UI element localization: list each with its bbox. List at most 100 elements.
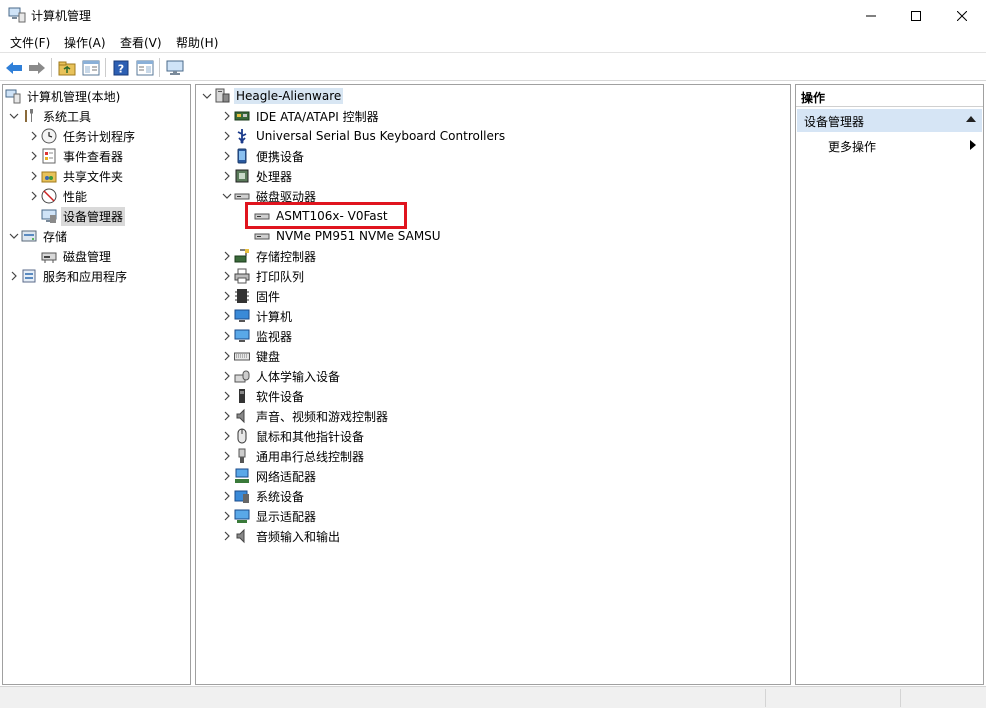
chevron-right-icon[interactable] (220, 349, 234, 363)
forward-arrow-icon (29, 61, 45, 74)
device-category-hid[interactable]: 人体学输入设备 (220, 366, 342, 386)
chevron-right-icon[interactable] (27, 189, 41, 203)
monitor-icon (234, 328, 250, 344)
chevron-right-icon[interactable] (220, 529, 234, 543)
tree-item-storage[interactable]: 存储 (7, 226, 69, 246)
chevron-down-icon[interactable] (7, 109, 21, 123)
device-tree-pane: Heagle-Alienware IDE ATA/ATAPI 控制器 Unive… (195, 84, 791, 685)
device-category-monitors[interactable]: 监视器 (220, 326, 294, 346)
device-category-processor[interactable]: 处理器 (220, 166, 294, 186)
menu-help[interactable]: 帮助(H) (176, 34, 218, 51)
tree-item-task-scheduler[interactable]: 任务计划程序 (27, 126, 137, 146)
clock-icon (41, 128, 57, 144)
device-category-system-devices[interactable]: 系统设备 (220, 486, 306, 506)
tree-item-event-viewer[interactable]: 事件查看器 (27, 146, 125, 166)
device-category-usb-controllers[interactable]: 通用串行总线控制器 (220, 446, 366, 466)
chevron-right-icon[interactable] (220, 269, 234, 283)
maximize-icon (911, 10, 921, 21)
chevron-right-icon[interactable] (220, 429, 234, 443)
chevron-right-icon[interactable] (220, 389, 234, 403)
chevron-right-icon[interactable] (220, 449, 234, 463)
device-category-audio-io[interactable]: 音频输入和输出 (220, 526, 342, 546)
device-category-usb-keyboard[interactable]: Universal Serial Bus Keyboard Controller… (220, 126, 507, 146)
back-arrow-icon (6, 61, 22, 74)
device-category-network-adapters[interactable]: 网络适配器 (220, 466, 318, 486)
menu-file[interactable]: 文件(F) (10, 34, 50, 51)
more-actions-item[interactable]: 更多操作 (828, 138, 876, 155)
chevron-right-icon[interactable] (220, 289, 234, 303)
chevron-right-icon[interactable] (220, 369, 234, 383)
chevron-down-icon[interactable] (200, 89, 214, 103)
status-bar (0, 686, 986, 708)
keyboard-icon (234, 348, 250, 364)
chevron-right-icon[interactable] (220, 489, 234, 503)
tree-item-disk-management[interactable]: 磁盘管理 (41, 246, 113, 266)
show-hide-tree-icon (82, 60, 100, 75)
tree-item-label: 计算机管理(本地) (27, 89, 121, 104)
show-tree-button[interactable] (81, 58, 101, 77)
device-category-label: 鼠标和其他指针设备 (256, 429, 365, 444)
tree-item-system-tools[interactable]: 系统工具 (7, 106, 93, 126)
event-viewer-icon (41, 148, 57, 164)
device-category-computer[interactable]: 计算机 (220, 306, 294, 326)
chevron-right-icon[interactable] (220, 469, 234, 483)
device-category-ide[interactable]: IDE ATA/ATAPI 控制器 (220, 106, 381, 126)
chevron-right-icon[interactable] (27, 149, 41, 163)
close-button[interactable] (939, 0, 985, 31)
device-category-mice[interactable]: 鼠标和其他指针设备 (220, 426, 366, 446)
device-category-storage-controllers[interactable]: 存储控制器 (220, 246, 318, 266)
chevron-right-icon[interactable] (27, 129, 41, 143)
tree-item-label: 存储 (43, 229, 68, 244)
menu-action[interactable]: 操作(A) (64, 34, 106, 51)
submenu-arrow-icon[interactable] (970, 140, 976, 150)
tree-item-performance[interactable]: 性能 (27, 186, 89, 206)
back-button[interactable] (4, 58, 24, 77)
show-action-pane-button[interactable] (135, 58, 155, 77)
device-category-sound-video-game[interactable]: 声音、视频和游戏控制器 (220, 406, 390, 426)
chevron-right-icon[interactable] (220, 309, 234, 323)
chevron-right-icon[interactable] (220, 109, 234, 123)
device-category-print-queues[interactable]: 打印队列 (220, 266, 306, 286)
forward-button[interactable] (27, 58, 47, 77)
computer-icon (214, 88, 230, 104)
chevron-right-icon[interactable] (27, 169, 41, 183)
chevron-right-icon[interactable] (220, 409, 234, 423)
up-level-button[interactable] (57, 58, 77, 77)
title-bar: 计算机管理 (0, 0, 986, 31)
services-icon (21, 268, 37, 284)
tree-item-device-manager[interactable]: 设备管理器 (41, 206, 126, 226)
chevron-right-icon[interactable] (220, 149, 234, 163)
tree-item-computer-management[interactable]: 计算机管理(本地) (5, 86, 122, 106)
actions-header: 操作 (796, 85, 983, 107)
device-category-label: 键盘 (256, 349, 281, 364)
device-category-portable[interactable]: 便携设备 (220, 146, 306, 166)
device-category-firmware[interactable]: 固件 (220, 286, 282, 306)
chevron-right-icon[interactable] (220, 509, 234, 523)
device-category-label: 打印队列 (256, 269, 305, 284)
device-category-keyboards[interactable]: 键盘 (220, 346, 282, 366)
device-item-nvme[interactable]: NVMe PM951 NVMe SAMSU (254, 226, 443, 246)
chevron-down-icon[interactable] (7, 229, 21, 243)
maximize-button[interactable] (893, 0, 939, 31)
chevron-right-icon[interactable] (7, 269, 21, 283)
help-button[interactable]: ? (111, 58, 131, 77)
chevron-right-icon[interactable] (220, 169, 234, 183)
actions-section-device-manager[interactable]: 设备管理器 (797, 109, 982, 132)
device-category-label: 音频输入和输出 (256, 529, 341, 544)
device-category-label: 存储控制器 (256, 249, 317, 264)
chevron-right-icon[interactable] (220, 129, 234, 143)
collapse-arrow-icon[interactable] (966, 116, 976, 122)
tree-item-shared-folders[interactable]: 共享文件夹 (27, 166, 125, 186)
device-category-software-devices[interactable]: 软件设备 (220, 386, 306, 406)
device-tree-root[interactable]: Heagle-Alienware (200, 86, 344, 106)
chevron-down-icon[interactable] (220, 189, 234, 203)
chevron-right-icon[interactable] (220, 329, 234, 343)
tree-item-label: 服务和应用程序 (43, 269, 128, 284)
chevron-right-icon[interactable] (220, 249, 234, 263)
tree-item-services-apps[interactable]: 服务和应用程序 (7, 266, 129, 286)
minimize-button[interactable] (848, 0, 894, 31)
device-category-label: 固件 (256, 289, 281, 304)
menu-view[interactable]: 查看(V) (120, 34, 162, 51)
device-category-display-adapters[interactable]: 显示适配器 (220, 506, 318, 526)
monitor-button[interactable] (165, 58, 185, 77)
